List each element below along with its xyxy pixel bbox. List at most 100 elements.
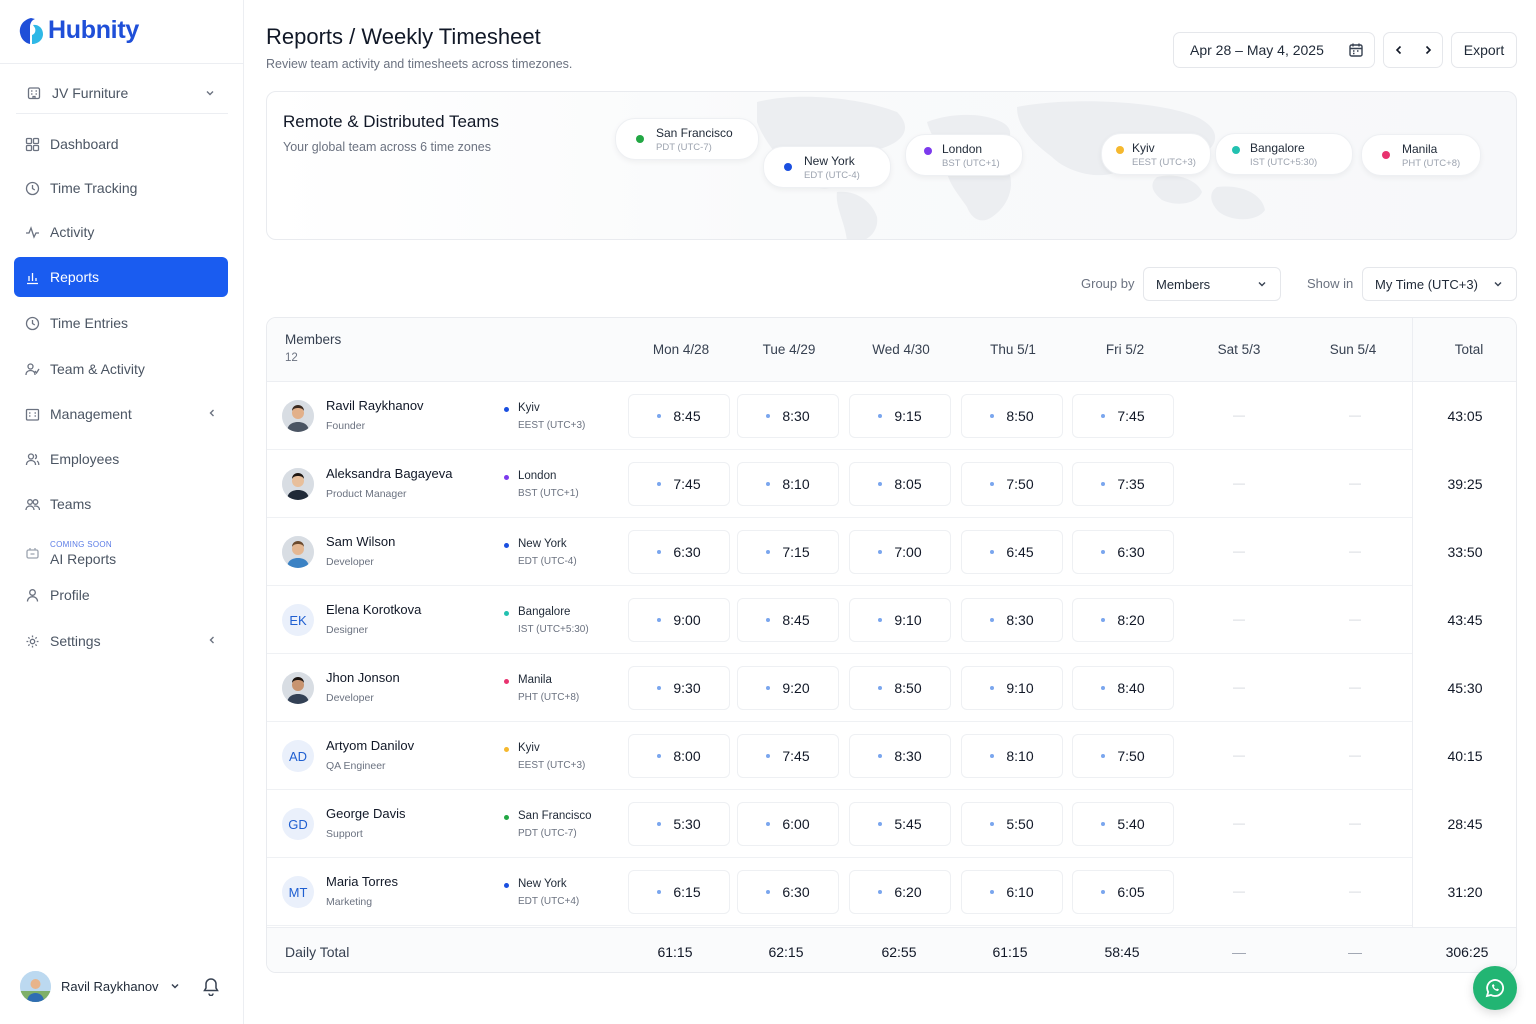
time-cell[interactable]: 6:30 <box>628 530 730 574</box>
timezone-city: Bangalore <box>1250 141 1305 155</box>
member-city: Kyiv <box>518 402 540 414</box>
timezone-dot <box>1382 151 1390 159</box>
group-by-select[interactable]: Members <box>1143 267 1281 301</box>
timezone-dot <box>504 815 509 820</box>
time-cell[interactable]: 7:45 <box>737 734 839 778</box>
time-cell[interactable]: 5:40 <box>1072 802 1174 846</box>
sidebar-item-settings[interactable]: Settings <box>14 621 228 661</box>
time-cell[interactable]: 8:45 <box>737 598 839 642</box>
sidebar-item-management[interactable]: Management <box>14 394 228 434</box>
timezone-chip-manila[interactable]: Manila PHT (UTC+8) <box>1361 134 1481 176</box>
sidebar-item-team-activity[interactable]: Team & Activity <box>14 349 228 389</box>
table-row[interactable]: EK Elena Korotkova Designer Bangalore IST (U… <box>267 586 1483 654</box>
sidebar-item-activity[interactable]: Activity <box>14 212 228 252</box>
timezone-chip-london[interactable]: London BST (UTC+1) <box>905 134 1023 176</box>
time-cell[interactable]: 9:10 <box>961 666 1063 710</box>
org-name: JV Furniture <box>52 84 129 101</box>
member-name[interactable]: Aleksandra Bagayeva <box>326 466 452 481</box>
time-cell[interactable]: 8:10 <box>737 462 839 506</box>
sidebar-item-profile[interactable]: Profile <box>14 575 228 615</box>
table-row[interactable]: Sam Wilson Developer New York EDT (UTC-4) 6:… <box>267 518 1483 586</box>
time-cell[interactable]: 6:05 <box>1072 870 1174 914</box>
table-row[interactable]: Jhon Jonson Developer Manila PHT (UTC+8) 9:3… <box>267 654 1483 722</box>
time-cell[interactable]: 7:15 <box>737 530 839 574</box>
prev-week-button[interactable] <box>1384 33 1413 67</box>
time-cell[interactable]: 8:45 <box>628 394 730 438</box>
sidebar-item-reports[interactable]: Reports <box>14 257 228 297</box>
time-cell[interactable]: 8:20 <box>1072 598 1174 642</box>
time-cell[interactable]: 8:50 <box>961 394 1063 438</box>
timezone-chip-san-francisco[interactable]: San Francisco PDT (UTC-7) <box>615 118 759 160</box>
time-cell[interactable]: 6:00 <box>737 802 839 846</box>
whatsapp-chat-button[interactable] <box>1473 966 1517 1010</box>
time-cell[interactable]: 8:10 <box>961 734 1063 778</box>
sidebar-item-time-tracking[interactable]: Time Tracking <box>14 168 228 208</box>
table-row[interactable]: AD Artyom Danilov QA Engineer Kyiv EEST (UTC… <box>267 722 1483 790</box>
sidebar-item-teams[interactable]: Teams <box>14 484 228 524</box>
timezone-chip-kyiv[interactable]: Kyiv EEST (UTC+3) <box>1101 133 1211 175</box>
time-cell[interactable]: 6:30 <box>1072 530 1174 574</box>
time-cell[interactable]: 7:50 <box>1072 734 1174 778</box>
time-cell[interactable]: 7:45 <box>1072 394 1174 438</box>
time-cell[interactable]: 9:30 <box>628 666 730 710</box>
member-name[interactable]: Elena Korotkova <box>326 602 421 617</box>
member-name[interactable]: Artyom Danilov <box>326 738 414 753</box>
table-row[interactable]: Ravil Raykhanov Founder Kyiv EEST (UTC+3) 8:… <box>267 382 1483 450</box>
member-name[interactable]: Sam Wilson <box>326 534 395 549</box>
org-switcher[interactable]: JV Furniture <box>16 72 228 114</box>
sidebar-item-ai-reports[interactable]: COMING SOON AI Reports <box>14 530 228 576</box>
entry-dot <box>1101 686 1106 690</box>
daily-total-row: Daily Total 61:15 62:15 62:55 61:15 58:4… <box>267 927 1516 972</box>
time-cell[interactable]: 9:15 <box>849 394 951 438</box>
table-row[interactable]: MT Maria Torres Marketing New York EDT (UTC+… <box>267 858 1483 926</box>
date-range-picker[interactable]: Apr 28 – May 4, 2025 <box>1173 32 1375 68</box>
time-cell[interactable]: 7:35 <box>1072 462 1174 506</box>
time-cell[interactable]: 5:30 <box>628 802 730 846</box>
time-cell[interactable]: 6:30 <box>737 870 839 914</box>
time-cell[interactable]: 8:30 <box>849 734 951 778</box>
timesheet-table: Members 12 Mon 4/28 Tue 4/29 Wed 4/30 Th… <box>266 317 1517 973</box>
table-row[interactable]: GD George Davis Support San Francisco PDT (U… <box>267 790 1483 858</box>
next-week-button[interactable] <box>1413 33 1442 67</box>
time-cell[interactable]: 6:15 <box>628 870 730 914</box>
time-cell[interactable]: 6:20 <box>849 870 951 914</box>
time-cell[interactable]: 5:45 <box>849 802 951 846</box>
member-role: Marketing <box>326 896 373 908</box>
export-button[interactable]: Export <box>1451 32 1517 68</box>
sidebar-item-time-entries[interactable]: Time Entries <box>14 303 228 343</box>
brand-logo[interactable]: Hubnity <box>18 16 139 45</box>
remote-teams-subtitle: Your global team across 6 time zones <box>283 140 491 154</box>
time-cell[interactable]: 9:10 <box>849 598 951 642</box>
time-cell[interactable]: 8:50 <box>849 666 951 710</box>
time-cell[interactable]: 8:30 <box>961 598 1063 642</box>
time-cell[interactable]: 8:30 <box>737 394 839 438</box>
timezone-chip-bangalore[interactable]: Bangalore IST (UTC+5:30) <box>1215 133 1353 175</box>
member-name[interactable]: Maria Torres <box>326 874 398 889</box>
table-row[interactable]: Aleksandra Bagayeva Product Manager London… <box>267 450 1483 518</box>
time-cell[interactable]: 9:00 <box>628 598 730 642</box>
entry-dot <box>657 414 662 418</box>
globe-building-icon <box>27 86 41 99</box>
bell-icon[interactable] <box>202 976 220 996</box>
show-in-select[interactable]: My Time (UTC+3) <box>1362 267 1517 301</box>
time-cell[interactable]: 5:50 <box>961 802 1063 846</box>
timezone-chip-new-york[interactable]: New York EDT (UTC-4) <box>763 146 891 188</box>
member-name[interactable]: George Davis <box>326 806 405 821</box>
time-cell[interactable]: 8:40 <box>1072 666 1174 710</box>
entry-dot <box>1101 414 1106 418</box>
time-cell[interactable]: 7:50 <box>961 462 1063 506</box>
time-cell[interactable]: 6:45 <box>961 530 1063 574</box>
time-cell[interactable]: 7:45 <box>628 462 730 506</box>
entry-dot <box>1101 890 1106 894</box>
user-menu[interactable]: Ravil Raykhanov <box>20 970 230 1002</box>
time-cell[interactable]: 9:20 <box>737 666 839 710</box>
time-cell[interactable]: 6:10 <box>961 870 1063 914</box>
time-cell[interactable]: 8:05 <box>849 462 951 506</box>
member-name[interactable]: Jhon Jonson <box>326 670 400 685</box>
time-cell[interactable]: 7:00 <box>849 530 951 574</box>
time-cell[interactable]: 8:00 <box>628 734 730 778</box>
member-name[interactable]: Ravil Raykhanov <box>326 398 424 413</box>
timezone-city: San Francisco <box>656 126 733 140</box>
sidebar-item-dashboard[interactable]: Dashboard <box>14 124 228 164</box>
sidebar-item-employees[interactable]: Employees <box>14 439 228 479</box>
